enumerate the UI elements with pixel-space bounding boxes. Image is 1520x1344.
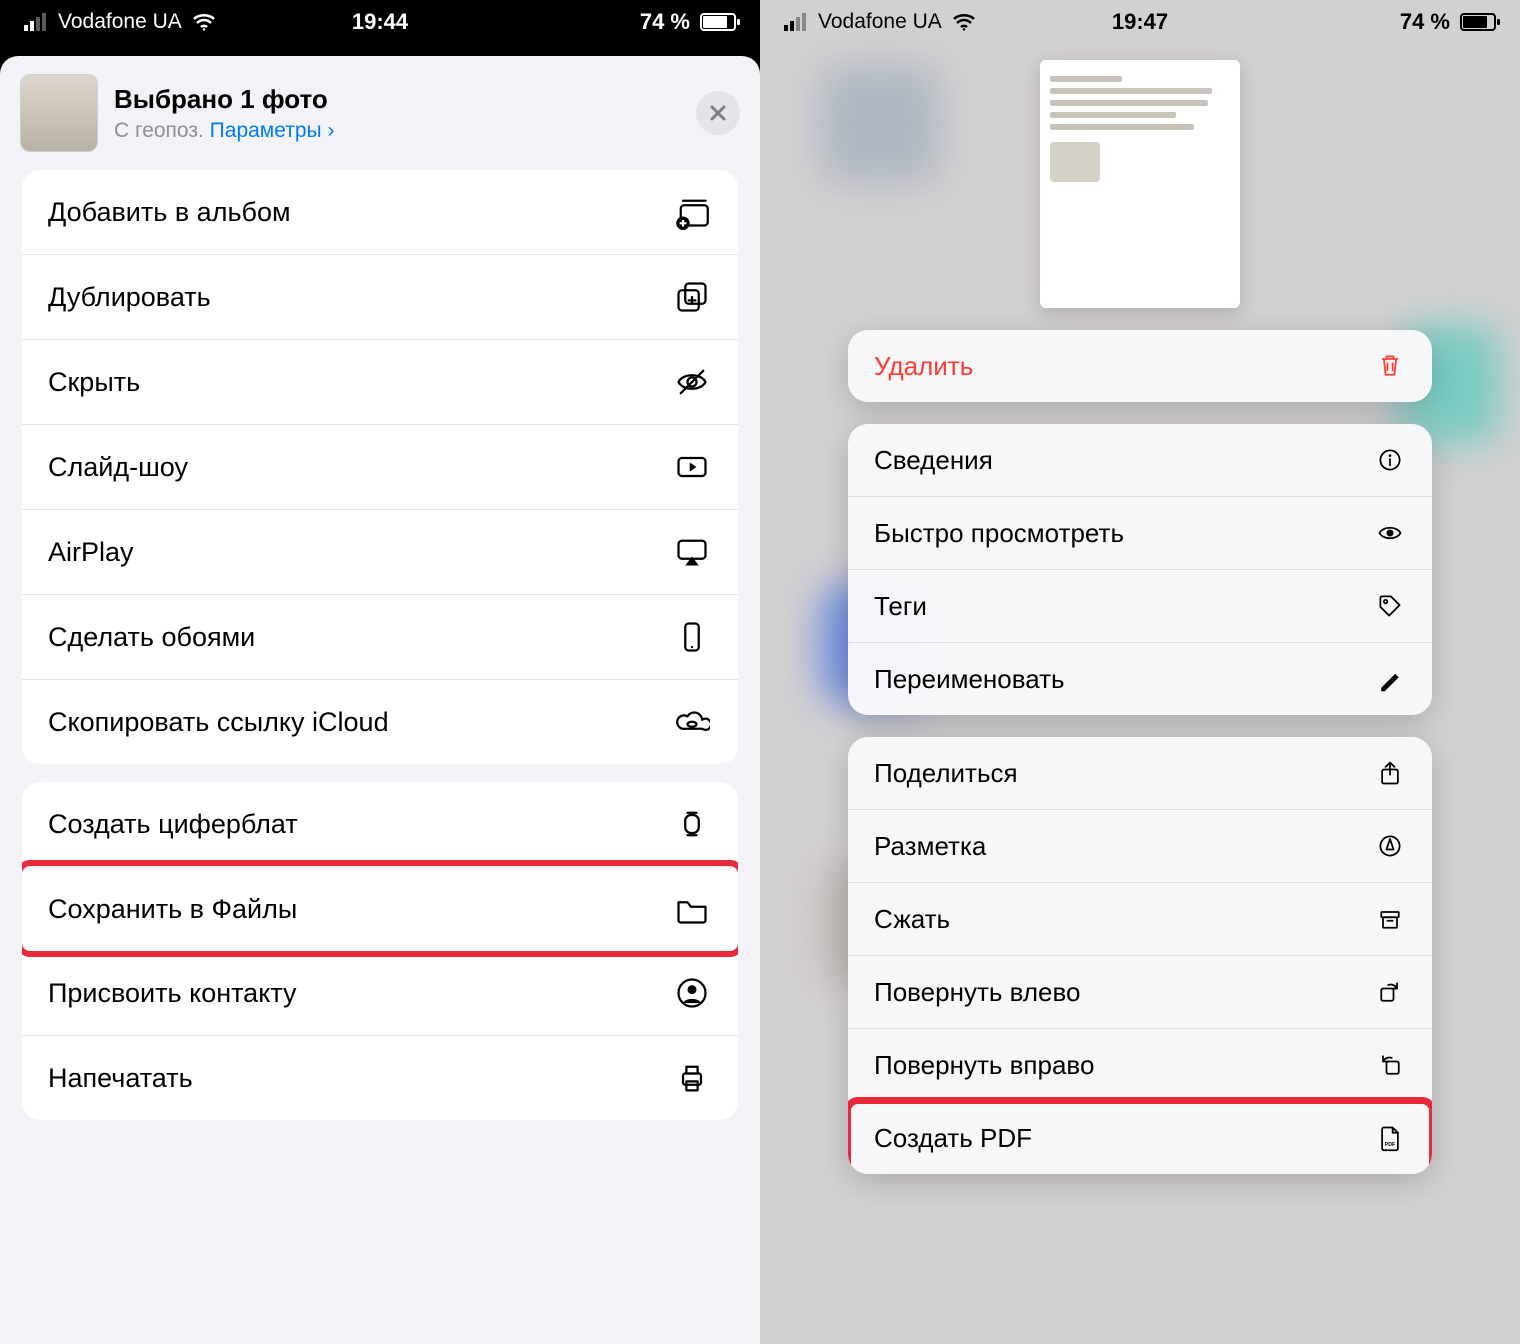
eye-slash-icon (672, 362, 712, 402)
ctx-label: Повернуть влево (874, 977, 1080, 1008)
photo-thumbnail[interactable] (20, 74, 98, 152)
ctx-label: Сведения (874, 445, 993, 476)
info-icon (1374, 444, 1406, 476)
rotate-right-icon (1374, 1049, 1406, 1081)
archive-icon (1374, 903, 1406, 935)
pdf-icon: PDF (1374, 1122, 1406, 1154)
action-folder[interactable]: Сохранить в Файлы (22, 866, 738, 951)
action-label: Скрыть (48, 367, 140, 398)
watch-icon (672, 804, 712, 844)
action-label: Сделать обоями (48, 622, 255, 653)
ctx-group-actions: Поделиться Разметка Сжать Повернуть влево По… (848, 737, 1432, 1174)
action-label: Дублировать (48, 282, 211, 313)
action-phone[interactable]: Сделать обоями (22, 594, 738, 679)
ctx-group-info: Сведения Быстро просмотреть Теги Переименов… (848, 424, 1432, 715)
signal-icon (24, 13, 48, 31)
ctx-markup[interactable]: Разметка (848, 809, 1432, 882)
ctx-trash[interactable]: Удалить (848, 330, 1432, 402)
action-album-add[interactable]: Добавить в альбом (22, 170, 738, 254)
ctx-tag[interactable]: Теги (848, 569, 1432, 642)
action-label: Добавить в альбом (48, 197, 291, 228)
options-link[interactable]: Параметры › (210, 119, 335, 142)
carrier-label: Vodafone UA (818, 10, 942, 34)
trash-icon (1374, 350, 1406, 382)
ctx-share[interactable]: Поделиться (848, 737, 1432, 809)
action-label: Сохранить в Файлы (48, 894, 297, 925)
action-print[interactable]: Напечатать (22, 1035, 738, 1120)
action-eye-slash[interactable]: Скрыть (22, 339, 738, 424)
action-label: Скопировать ссылку iCloud (48, 707, 389, 738)
close-button[interactable] (696, 91, 740, 135)
folder-icon (672, 889, 712, 929)
ctx-archive[interactable]: Сжать (848, 882, 1432, 955)
phone-right: Vodafone UA 19:47 74 % Удалить Сведения Б… (760, 0, 1520, 1344)
wifi-icon (952, 13, 976, 31)
rotate-left-icon (1374, 976, 1406, 1008)
phone-icon (672, 617, 712, 657)
status-bar: Vodafone UA 19:44 74 % (0, 0, 760, 44)
action-cloud-link[interactable]: Скопировать ссылку iCloud (22, 679, 738, 764)
album-add-icon (672, 192, 712, 232)
ctx-label: Быстро просмотреть (874, 518, 1124, 549)
share-sheet: Выбрано 1 фото С геопоз. Параметры › Доб… (0, 56, 760, 1344)
contact-icon (672, 973, 712, 1013)
status-bar: Vodafone UA 19:47 74 % (760, 0, 1520, 44)
ctx-pencil[interactable]: Переименовать (848, 642, 1432, 715)
ctx-rotate-right[interactable]: Повернуть вправо (848, 1028, 1432, 1101)
sheet-subtitle: С геопоз. Параметры › (114, 119, 680, 143)
pencil-icon (1374, 663, 1406, 695)
action-airplay[interactable]: AirPlay (22, 509, 738, 594)
carrier-label: Vodafone UA (58, 10, 182, 34)
ctx-rotate-left[interactable]: Повернуть влево (848, 955, 1432, 1028)
close-icon (708, 103, 728, 123)
action-label: Слайд-шоу (48, 452, 188, 483)
action-duplicate[interactable]: Дублировать (22, 254, 738, 339)
sheet-title: Выбрано 1 фото (114, 84, 680, 115)
time-label: 19:47 (1112, 9, 1168, 35)
action-label: Присвоить контакту (48, 978, 296, 1009)
ctx-label: Поделиться (874, 758, 1018, 789)
battery-icon (1460, 13, 1496, 31)
share-sheet-header: Выбрано 1 фото С геопоз. Параметры › (0, 56, 760, 170)
ctx-label: Повернуть вправо (874, 1050, 1094, 1081)
wifi-icon (192, 13, 216, 31)
duplicate-icon (672, 277, 712, 317)
ctx-label: Сжать (874, 904, 950, 935)
ctx-label: Удалить (874, 351, 973, 382)
ctx-label: Разметка (874, 831, 986, 862)
battery-percent: 74 % (1400, 9, 1450, 35)
ctx-label: Переименовать (874, 664, 1065, 695)
cloud-link-icon (672, 702, 712, 742)
file-preview[interactable] (1040, 60, 1240, 308)
action-group-2: Создать циферблат Сохранить в Файлы Присво… (22, 782, 738, 1120)
ctx-group-delete: Удалить (848, 330, 1432, 402)
play-rect-icon (672, 447, 712, 487)
eye-icon (1374, 517, 1406, 549)
time-label: 19:44 (352, 9, 408, 35)
action-label: Создать циферблат (48, 809, 298, 840)
battery-percent: 74 % (640, 9, 690, 35)
markup-icon (1374, 830, 1406, 862)
ctx-label: Создать PDF (874, 1123, 1032, 1154)
action-label: AirPlay (48, 537, 134, 568)
action-watch[interactable]: Создать циферблат (22, 782, 738, 866)
tag-icon (1374, 590, 1406, 622)
airplay-icon (672, 532, 712, 572)
print-icon (672, 1058, 712, 1098)
ctx-eye[interactable]: Быстро просмотреть (848, 496, 1432, 569)
action-contact[interactable]: Присвоить контакту (22, 951, 738, 1035)
battery-icon (700, 13, 736, 31)
ctx-pdf[interactable]: Создать PDF PDF (848, 1101, 1432, 1174)
phone-left: Vodafone UA 19:44 74 % Выбрано 1 фото С … (0, 0, 760, 1344)
action-play-rect[interactable]: Слайд-шоу (22, 424, 738, 509)
signal-icon (784, 13, 808, 31)
action-label: Напечатать (48, 1063, 193, 1094)
action-group-1: Добавить в альбом Дублировать Скрыть Слайд-… (22, 170, 738, 764)
svg-text:PDF: PDF (1385, 1142, 1396, 1148)
share-icon (1374, 757, 1406, 789)
ctx-label: Теги (874, 591, 927, 622)
ctx-info[interactable]: Сведения (848, 424, 1432, 496)
